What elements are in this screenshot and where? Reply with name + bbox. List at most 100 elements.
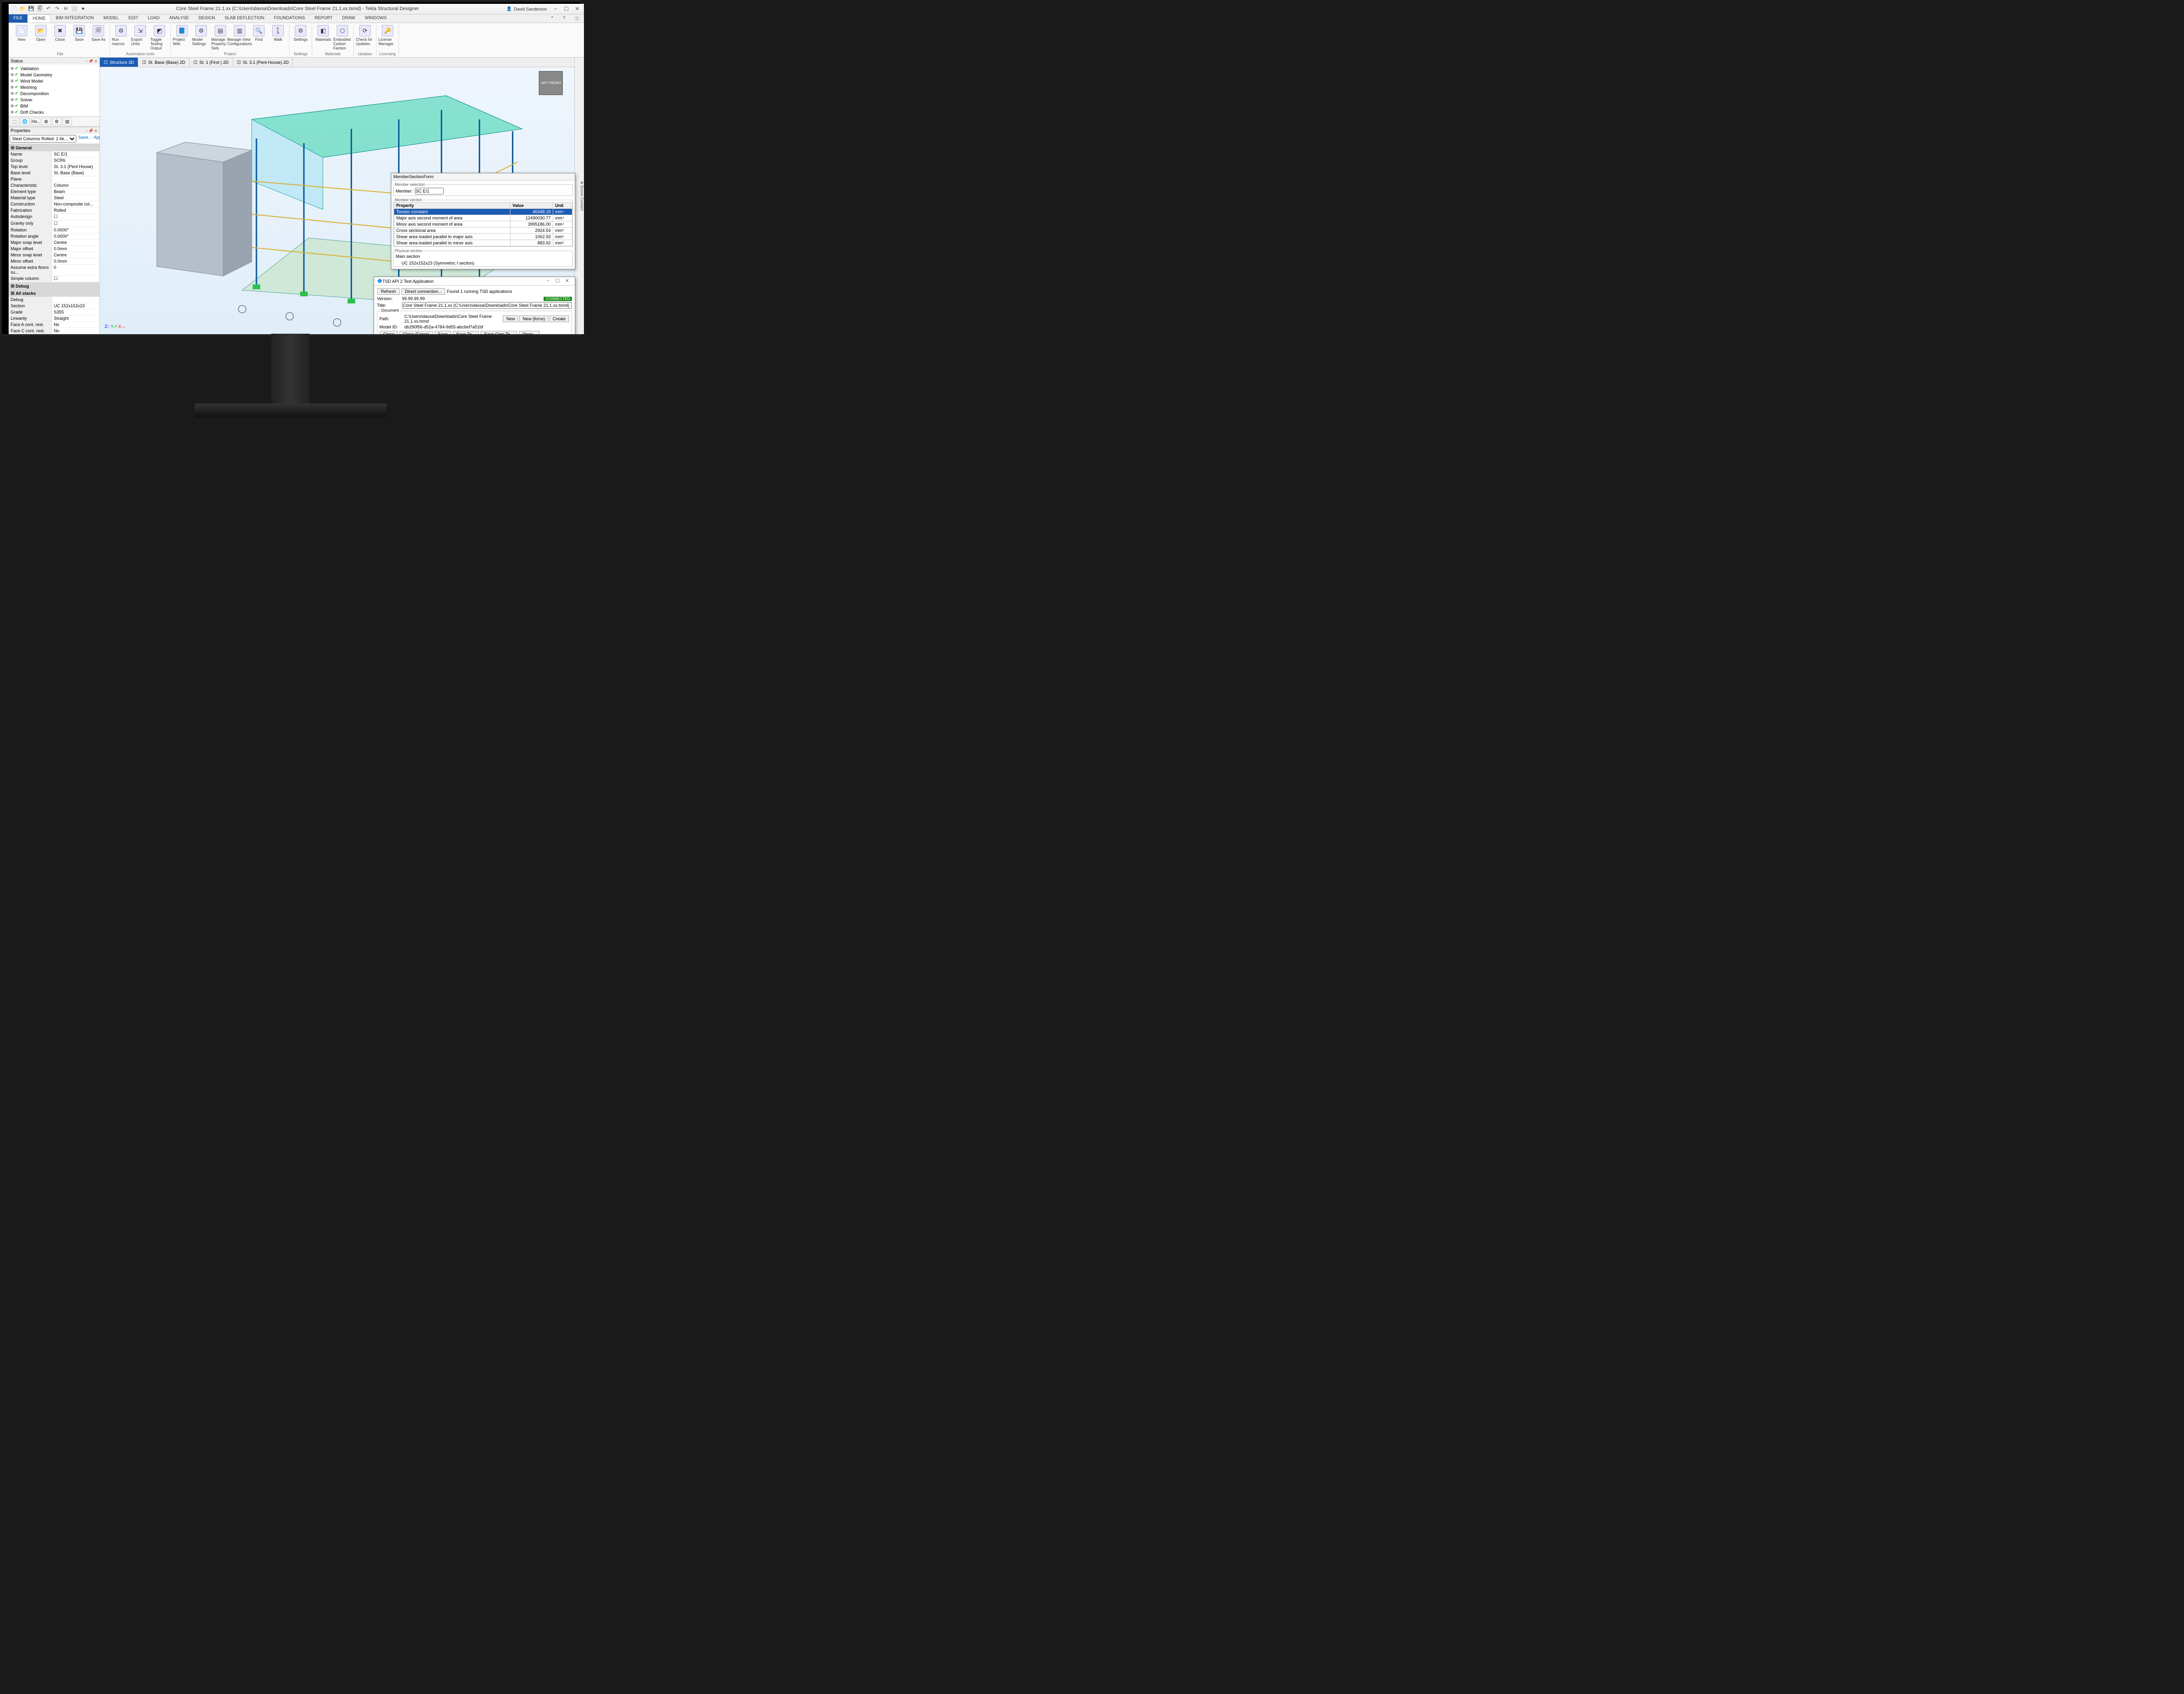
save-to--button[interactable]: Save To... bbox=[453, 331, 479, 334]
table-row[interactable]: Shear area loaded parallel to major axis… bbox=[394, 234, 572, 240]
table-row[interactable]: Shear area loaded parallel to minor axis… bbox=[394, 240, 572, 246]
table-row[interactable]: Major axis second moment of area12490030… bbox=[394, 215, 572, 221]
status-item[interactable]: ⊞✔Model Geometry bbox=[11, 72, 97, 78]
table-row[interactable]: Minor axis second moment of area3995186.… bbox=[394, 221, 572, 228]
ribbon-tab[interactable]: FILE bbox=[9, 14, 27, 23]
qat-button[interactable]: H bbox=[62, 5, 69, 12]
ribbon-tab[interactable]: HOME bbox=[27, 14, 51, 23]
ribbon-tab[interactable]: REPORT bbox=[310, 14, 337, 23]
save-core-to--button[interactable]: Save Core To... bbox=[481, 331, 517, 334]
prop-row[interactable]: Plane bbox=[9, 176, 99, 182]
ribbon-button[interactable]: 🚶Walk bbox=[269, 24, 287, 52]
qat-button[interactable]: 📁 bbox=[19, 5, 26, 12]
ribbon-tab[interactable]: MODEL bbox=[98, 14, 123, 23]
status-item[interactable]: ⊞✔BIM bbox=[11, 103, 97, 109]
prop-row[interactable]: Debug bbox=[9, 297, 99, 303]
prop-row[interactable]: Major snap levelCentre bbox=[9, 240, 99, 246]
prop-row[interactable]: Simple column☐ bbox=[9, 276, 99, 282]
close-force--button[interactable]: Close (Force) bbox=[400, 331, 433, 334]
status-item[interactable]: ⊞✔Decomposition bbox=[11, 90, 97, 97]
ribbon-button[interactable]: 🔍Find bbox=[250, 24, 268, 52]
status-item[interactable]: ⊞✔Validation bbox=[11, 65, 97, 72]
qat-button[interactable]: ⏺ bbox=[80, 5, 86, 12]
tool-icon[interactable]: 🌐 bbox=[20, 118, 30, 125]
prop-row[interactable]: Assume extra floors su...0 bbox=[9, 265, 99, 276]
panel-close-icon[interactable]: ✕ bbox=[94, 129, 97, 133]
tool-icon[interactable]: ⚙ bbox=[52, 118, 61, 125]
maximize-icon[interactable]: ☐ bbox=[561, 6, 571, 12]
new-button[interactable]: New bbox=[503, 315, 518, 322]
ribbon-tab[interactable]: DESIGN bbox=[194, 14, 220, 23]
maximize-icon[interactable]: ☐ bbox=[553, 278, 562, 284]
status-item[interactable]: ⊞✔Meshing bbox=[11, 84, 97, 90]
prop-row[interactable]: LinearityStraight bbox=[9, 315, 99, 322]
close-icon[interactable]: ✕ bbox=[572, 6, 582, 12]
qat-button[interactable]: 🗐 bbox=[36, 6, 43, 12]
minimize-icon[interactable]: − bbox=[551, 6, 560, 12]
prop-row[interactable]: FabricationRolled bbox=[9, 207, 99, 214]
prop-row[interactable]: Major offset0.0mm bbox=[9, 246, 99, 252]
view-tab[interactable]: ◫Structure 3D bbox=[100, 58, 138, 67]
prop-row[interactable]: GroupSCR6 bbox=[9, 157, 99, 164]
panel-pin-icon[interactable]: 📌 bbox=[88, 129, 93, 133]
close-icon[interactable]: ✕ bbox=[562, 278, 572, 284]
ribbon-button[interactable]: ⚙Model Settings bbox=[192, 24, 210, 52]
close-button[interactable]: Close bbox=[380, 331, 398, 334]
ribbon-tab[interactable]: EDIT bbox=[123, 14, 143, 23]
ribbon-tab[interactable]: LOAD bbox=[143, 14, 165, 23]
ribbon-button[interactable]: 🔑License Manager bbox=[378, 24, 397, 52]
title-field[interactable] bbox=[402, 302, 572, 309]
ribbon-button[interactable]: 📄New bbox=[12, 24, 31, 52]
tool-icon[interactable]: ⊞ bbox=[41, 118, 51, 125]
panel-pin-icon[interactable]: 📌 bbox=[88, 59, 93, 63]
prop-row[interactable]: Material typeSteel bbox=[9, 195, 99, 201]
ribbon-button[interactable]: ⟳Check for Updates bbox=[356, 24, 374, 52]
prop-row[interactable]: SectionUC 152x152x23 bbox=[9, 303, 99, 309]
ribbon-help-icon[interactable]: ^ bbox=[546, 14, 558, 23]
panel-dock-icon[interactable]: ▫ bbox=[86, 129, 87, 133]
panel-dock-icon[interactable]: ▫ bbox=[86, 59, 87, 63]
ribbon-button[interactable]: ⇲Export Units bbox=[131, 24, 149, 52]
ribbon-help-icon[interactable]: ⓘ bbox=[570, 14, 584, 23]
table-row[interactable]: Cross sectional area2924.54mm² bbox=[394, 228, 572, 234]
prop-row[interactable]: Minor snap levelCentre bbox=[9, 252, 99, 258]
open--button[interactable]: Open... bbox=[519, 331, 540, 334]
direct-connection-button[interactable]: Direct connection... bbox=[401, 288, 445, 295]
properties-selector[interactable]: Steel Columns Rolled: 1 ite... bbox=[10, 135, 76, 143]
prop-row[interactable]: Top levelSt. 3.1 (Pent House) bbox=[9, 164, 99, 170]
ribbon-button[interactable]: ⚙Run macros bbox=[112, 24, 130, 52]
qat-button[interactable]: ↷ bbox=[54, 5, 61, 12]
ribbon-button[interactable]: ✖Close bbox=[51, 24, 69, 52]
prop-row[interactable]: Element typeBeam bbox=[9, 189, 99, 195]
ribbon-button[interactable]: 📂Open bbox=[32, 24, 50, 52]
ribbon-tab[interactable]: ANALYSE bbox=[164, 14, 194, 23]
prop-row[interactable]: Base levelSt. Base (Base) bbox=[9, 170, 99, 176]
view-tab[interactable]: ◫St. 1 (First ) 2D bbox=[190, 58, 233, 67]
prop-row[interactable]: CharacteristicColumn bbox=[9, 182, 99, 189]
prop-row[interactable]: Rotation angle0.0000° bbox=[9, 233, 99, 240]
table-row[interactable]: Torsion constant46348.19mm⁴ bbox=[394, 209, 572, 215]
prop-row[interactable]: Rotation0.0000° bbox=[9, 227, 99, 233]
panel-close-icon[interactable]: ✕ bbox=[94, 59, 97, 63]
prop-category[interactable]: All stacks bbox=[9, 290, 99, 297]
ribbon-tab[interactable]: WINDOWS bbox=[360, 14, 392, 23]
right-tab-strip[interactable]: ⊕ Scene Content ⊕ Trimble Connect bbox=[574, 58, 584, 334]
prop-category[interactable]: General bbox=[9, 144, 99, 151]
status-item[interactable]: ⊞✔Solver bbox=[11, 97, 97, 103]
tool-icon[interactable]: ⬚ bbox=[10, 118, 19, 125]
prop-row[interactable]: ConstructionNon-composite col... bbox=[9, 201, 99, 207]
qat-button[interactable]: 📄 bbox=[11, 5, 17, 12]
prop-row[interactable]: Autodesign☐ bbox=[9, 214, 99, 220]
create-button[interactable]: Create bbox=[549, 315, 569, 322]
ribbon-button[interactable]: ⬡Embodied Carbon Factors bbox=[333, 24, 352, 52]
tool-icon[interactable]: ▤ bbox=[62, 118, 72, 125]
user-badge[interactable]: David Sanderson bbox=[507, 6, 547, 12]
prop-row[interactable]: GradeS355 bbox=[9, 309, 99, 315]
qat-button[interactable]: ⬜ bbox=[71, 5, 78, 12]
member-input[interactable] bbox=[415, 188, 444, 194]
status-item[interactable]: ⊞✔Drift Checks bbox=[11, 109, 97, 115]
ribbon-tab[interactable]: SLAB DEFLECTION bbox=[220, 14, 269, 23]
scene-content-tab[interactable]: ⊕ Scene Content bbox=[580, 181, 584, 211]
prop-row[interactable]: Minor offset0.0mm bbox=[9, 258, 99, 265]
prop-row[interactable]: Gravity only☐ bbox=[9, 220, 99, 227]
